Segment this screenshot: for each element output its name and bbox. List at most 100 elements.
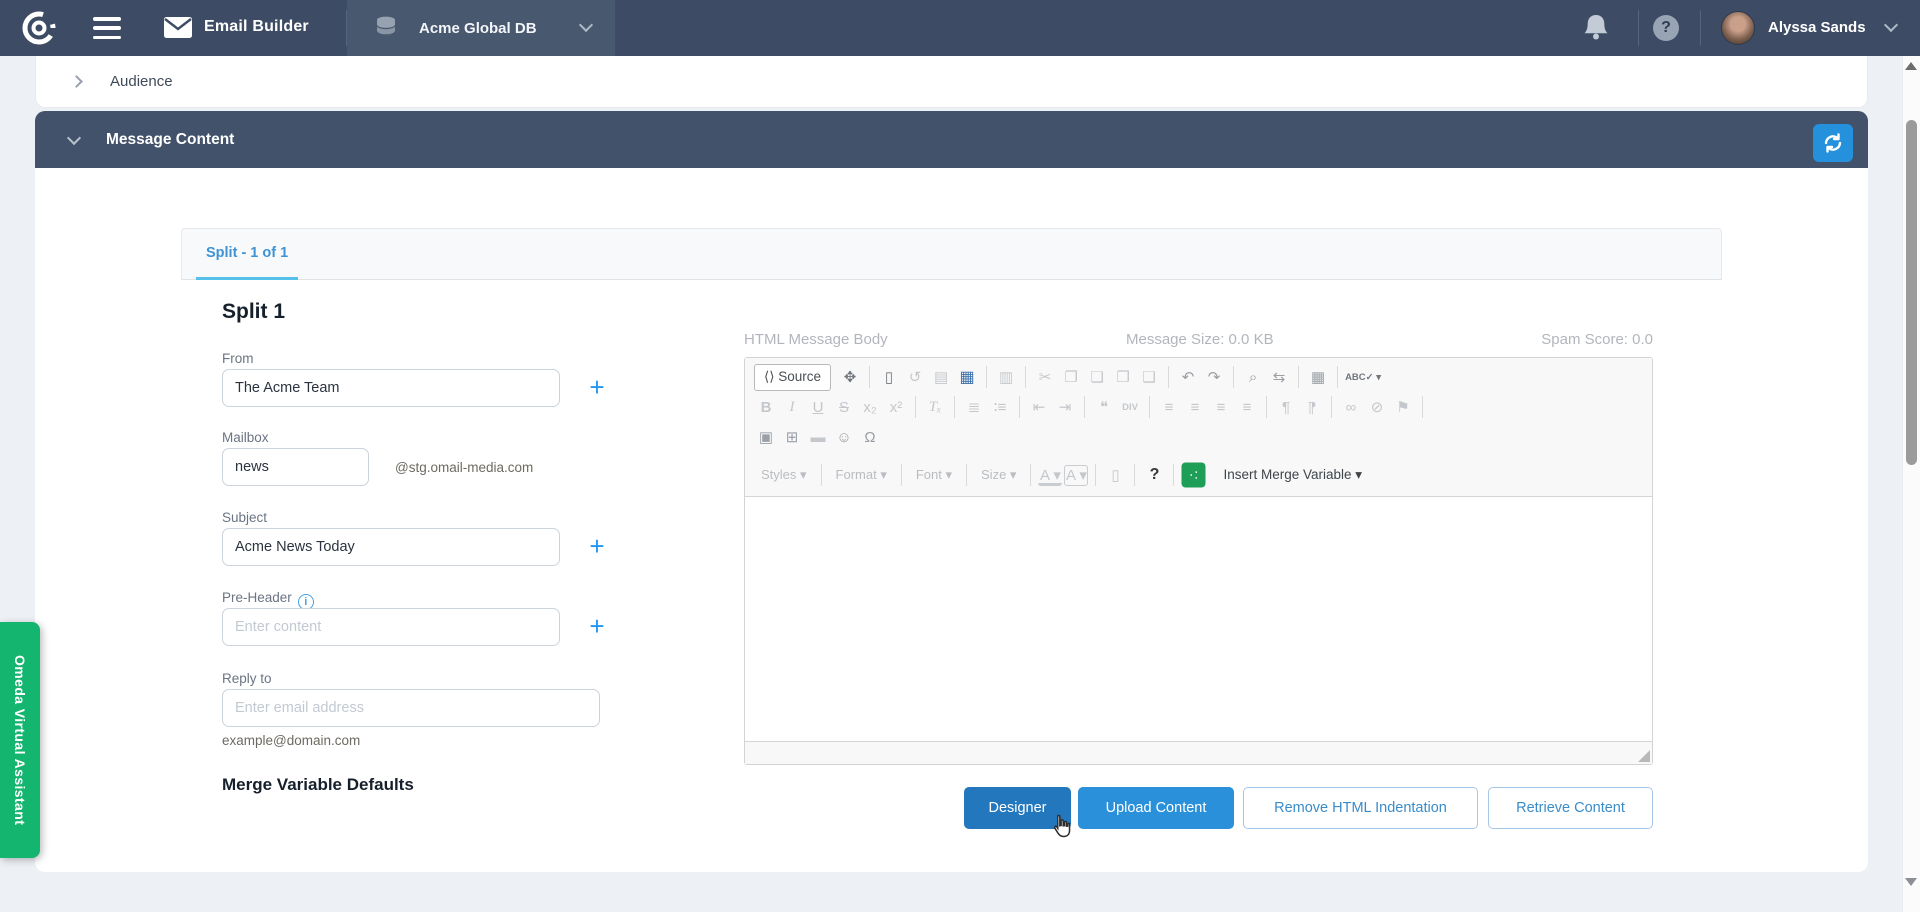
replyto-input[interactable] (222, 689, 600, 727)
align-right-icon[interactable]: ≡ (1209, 395, 1233, 419)
database-selector[interactable]: Acme Global DB (347, 0, 615, 56)
cut-icon[interactable]: ✂ (1033, 365, 1057, 389)
format-dropdown[interactable]: Format ▾ (829, 463, 894, 487)
database-icon (375, 16, 397, 40)
numbered-list-icon[interactable]: ≣ (962, 395, 986, 419)
add-preheader-button[interactable]: + (584, 614, 610, 640)
editor-content-area[interactable] (745, 497, 1652, 741)
link-icon[interactable]: ∞ (1339, 395, 1363, 419)
background-color-icon[interactable]: A ▾ (1064, 465, 1088, 486)
templates-icon[interactable]: ▦ (955, 365, 979, 389)
designer-button[interactable]: Designer (964, 787, 1071, 829)
bold-icon[interactable]: B (754, 395, 778, 419)
size-dropdown[interactable]: Size ▾ (974, 463, 1023, 487)
retrieve-content-button[interactable]: Retrieve Content (1488, 787, 1653, 829)
preheader-label: Pre-Headeri (222, 590, 314, 610)
help-icon[interactable]: ? (1142, 463, 1166, 487)
paste-word-icon[interactable]: ❑ (1137, 365, 1161, 389)
mobile-preview-icon[interactable]: ▯ (1103, 463, 1127, 487)
user-menu-chevron-down-icon[interactable] (1884, 18, 1898, 32)
help-icon[interactable]: ? (1653, 15, 1679, 41)
subscript-icon[interactable]: x₂ (858, 395, 882, 419)
remove-html-indentation-button[interactable]: Remove HTML Indentation (1243, 787, 1478, 829)
align-left-icon[interactable]: ≡ (1157, 395, 1181, 419)
audience-section-header[interactable]: Audience (35, 56, 1868, 108)
hamburger-menu-icon[interactable] (93, 17, 121, 39)
styles-dropdown[interactable]: Styles ▾ (754, 463, 814, 487)
replace-icon[interactable]: ⇆ (1267, 365, 1291, 389)
notifications-bell-icon[interactable] (1583, 13, 1609, 43)
source-button[interactable]: ⟨⟩ Source (754, 364, 831, 391)
preheader-input[interactable] (222, 608, 560, 646)
email-builder-page: Email Builder Acme Global DB ? Alyssa Sa… (0, 0, 1920, 912)
special-char-icon[interactable]: Ω (858, 425, 882, 449)
refresh-button[interactable] (1813, 124, 1853, 162)
text-color-icon[interactable]: A ▾ (1038, 466, 1062, 486)
text-direction-ltr-icon[interactable]: ¶ (1274, 395, 1298, 419)
separator (1025, 366, 1026, 388)
select-all-icon[interactable]: ▦ (1306, 365, 1330, 389)
tab-split-1[interactable]: Split - 1 of 1 (196, 229, 298, 280)
resize-grip[interactable] (1638, 750, 1650, 762)
font-dropdown[interactable]: Font ▾ (909, 463, 959, 487)
separator (1095, 464, 1096, 486)
upload-content-button[interactable]: Upload Content (1078, 787, 1234, 829)
database-chevron-down-icon[interactable] (579, 18, 593, 32)
bulleted-list-icon[interactable]: ∶≡ (988, 395, 1012, 419)
app-title: Email Builder (204, 18, 309, 36)
separator (986, 366, 987, 388)
print-preview-icon[interactable]: ▤ (929, 365, 953, 389)
remove-format-icon[interactable]: Tₓ (923, 395, 947, 419)
toolbar-row-4: Styles ▾ Format ▾ Font ▾ Size ▾ A ▾A ▾ ▯? ∴ Ins… (753, 460, 1644, 490)
from-input[interactable] (222, 369, 560, 407)
from-label: From (222, 351, 254, 366)
unlink-icon[interactable]: ⊘ (1365, 395, 1389, 419)
subject-input[interactable] (222, 528, 560, 566)
anchor-icon[interactable]: ⚑ (1391, 395, 1415, 419)
preview-icon[interactable]: ↺ (903, 365, 927, 389)
italic-icon[interactable]: I (780, 395, 804, 419)
text-direction-rtl-icon[interactable]: ¶ (1300, 395, 1324, 419)
undo-icon[interactable]: ↶ (1176, 365, 1200, 389)
div-container-icon[interactable]: DIV (1118, 395, 1142, 419)
editor-status-bar (745, 741, 1652, 764)
find-icon[interactable]: ⌕ (1241, 365, 1265, 389)
smiley-icon[interactable]: ☺ (832, 425, 856, 449)
scrollbar-thumb[interactable] (1906, 120, 1917, 465)
increase-indent-icon[interactable]: ⇥ (1053, 395, 1077, 419)
spellcheck-icon[interactable]: ABC✓ ▾ (1345, 365, 1381, 389)
insert-merge-variable-dropdown[interactable]: Insert Merge Variable ▾ (1215, 463, 1370, 487)
new-page-icon[interactable]: ▯ (877, 365, 901, 389)
superscript-icon[interactable]: x² (884, 395, 908, 419)
align-justify-icon[interactable]: ≡ (1235, 395, 1259, 419)
maximize-icon[interactable]: ✥ (838, 365, 862, 389)
add-from-button[interactable]: + (584, 375, 610, 401)
split-tab-bar: Split - 1 of 1 (181, 228, 1722, 280)
mail-icon (163, 16, 193, 39)
share-icon[interactable]: ∴ (1182, 463, 1206, 488)
omeda-logo-icon[interactable] (20, 9, 58, 47)
user-avatar[interactable] (1721, 11, 1755, 45)
paste-text-icon[interactable]: ❒ (1111, 365, 1135, 389)
subject-label: Subject (222, 510, 267, 525)
decrease-indent-icon[interactable]: ⇤ (1027, 395, 1051, 419)
mailbox-input[interactable] (222, 448, 369, 486)
horizontal-rule-icon[interactable]: ▬ (806, 425, 830, 449)
underline-icon[interactable]: U (806, 395, 830, 419)
add-subject-button[interactable]: + (584, 534, 610, 560)
blockquote-icon[interactable]: ❝ (1092, 395, 1116, 419)
scrollbar-down-arrow[interactable] (1905, 878, 1917, 886)
align-center-icon[interactable]: ≡ (1183, 395, 1207, 419)
html-editor: ⟨⟩ Source✥▯↺▤▦▥✂❐❏❒❑↶↷⌕⇆▦ABC✓ ▾ BIUSx₂x²… (744, 357, 1653, 765)
scrollbar-up-arrow[interactable] (1905, 62, 1917, 70)
message-content-section-header[interactable]: Message Content (35, 111, 1868, 168)
table-icon[interactable]: ⊞ (780, 425, 804, 449)
omeda-virtual-assistant-tab[interactable]: Omeda Virtual Assistant (0, 622, 40, 858)
paste-plain-text-icon[interactable]: ▥ (994, 365, 1018, 389)
copy-icon[interactable]: ❐ (1059, 365, 1083, 389)
user-name[interactable]: Alyssa Sands (1768, 19, 1866, 36)
image-icon[interactable]: ▣ (754, 425, 778, 449)
strikethrough-icon[interactable]: S (832, 395, 856, 419)
paste-icon[interactable]: ❏ (1085, 365, 1109, 389)
redo-icon[interactable]: ↷ (1202, 365, 1226, 389)
